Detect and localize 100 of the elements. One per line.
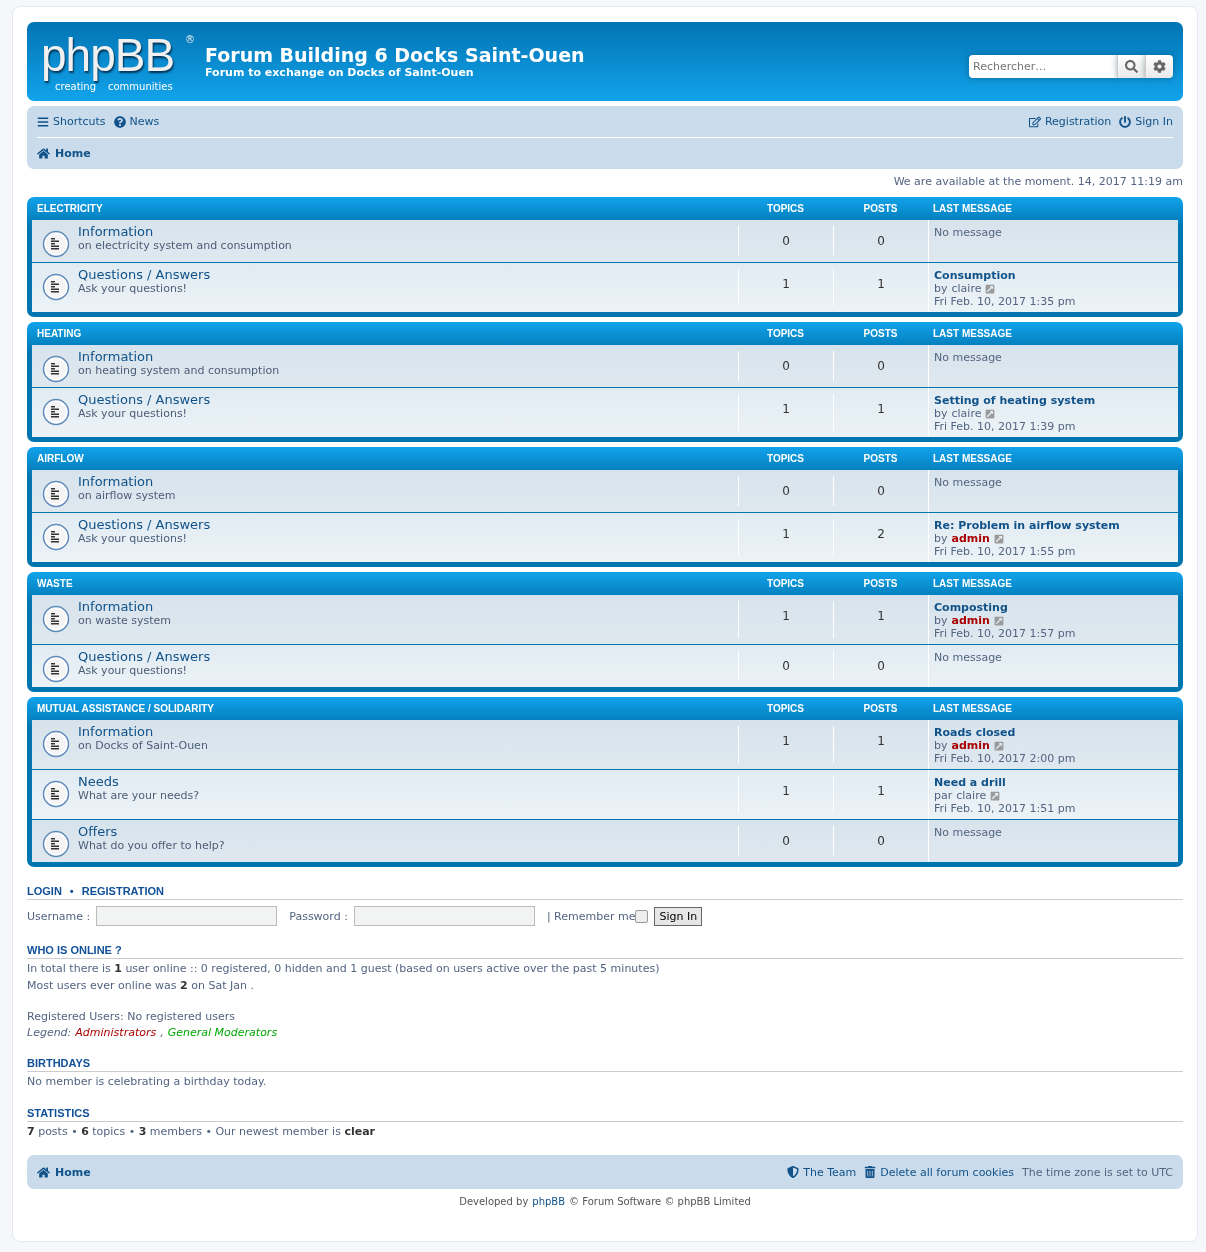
logo-tagline: creating — [55, 80, 97, 92]
column-header: TOPICS — [765, 328, 805, 339]
forum-title[interactable]: Questions / Answers — [78, 649, 211, 664]
last-post-title[interactable]: Re: Problem in airflow system — [934, 519, 1173, 532]
topics-count: 1 — [738, 519, 833, 556]
author-link[interactable]: claire — [956, 789, 987, 802]
author-link[interactable]: claire — [951, 407, 982, 420]
view-post-icon[interactable] — [985, 408, 996, 419]
view-post-icon[interactable] — [985, 283, 996, 294]
by-label: by — [934, 532, 948, 545]
nav-link[interactable]: Registration — [1028, 115, 1112, 128]
forum-title[interactable]: Offers — [78, 824, 225, 839]
forum-read-icon — [42, 730, 70, 758]
nav-link[interactable]: Shortcuts — [37, 115, 106, 128]
shield-icon — [787, 1166, 800, 1178]
forum-title[interactable]: Information — [78, 599, 171, 614]
search-button[interactable] — [1117, 55, 1145, 78]
forum-read-icon — [42, 523, 70, 551]
post-date: Fri Feb. 10, 2017 1:55 pm — [934, 545, 1076, 558]
footer-home-link[interactable]: Home — [37, 1156, 91, 1188]
topics-count: 0 — [738, 226, 833, 256]
column-header: TOPICS — [765, 203, 805, 214]
posts-count: 0 — [833, 651, 928, 681]
no-message: No message — [934, 476, 1002, 489]
by-label: par — [934, 789, 953, 802]
forum-title[interactable]: Information — [78, 224, 292, 239]
nav-link[interactable]: News — [113, 115, 160, 128]
forum-read-icon — [42, 605, 70, 633]
view-post-icon[interactable] — [993, 740, 1004, 751]
separator: • — [69, 885, 74, 897]
last-post-title[interactable]: Setting of heating system — [934, 394, 1173, 407]
remember-checkbox[interactable] — [635, 909, 649, 923]
username-label: Username : — [27, 909, 91, 923]
forum-title[interactable]: Questions / Answers — [78, 517, 211, 532]
forum-read-icon — [42, 830, 70, 858]
footer-link[interactable]: The Team — [787, 1165, 857, 1179]
username-field[interactable] — [96, 906, 278, 926]
topics-count: 0 — [738, 651, 833, 681]
forum-description: What are your needs? — [78, 789, 199, 802]
category-title[interactable]: ELECTRICITY — [37, 203, 103, 214]
topics-count: 1 — [738, 269, 833, 306]
view-post-icon[interactable] — [993, 533, 1004, 544]
post-date: Fri Feb. 10, 2017 1:57 pm — [934, 627, 1076, 640]
forum-title[interactable]: Needs — [78, 774, 199, 789]
phpbb-link[interactable]: phpBB — [532, 1196, 566, 1207]
help-icon — [113, 115, 126, 128]
forum-title[interactable]: Information — [78, 724, 208, 739]
post-date: Fri Feb. 10, 2017 1:39 pm — [934, 420, 1076, 433]
home-icon — [37, 1165, 50, 1179]
last-post-title[interactable]: Composting — [934, 601, 1173, 614]
forum-description: What do you offer to help? — [78, 839, 225, 852]
topics-count: 0 — [738, 826, 833, 856]
login-heading[interactable]: LOGIN — [27, 885, 62, 897]
forum-title[interactable]: Questions / Answers — [78, 267, 211, 282]
timezone-text: The time zone is set to UTC — [1022, 1165, 1173, 1179]
forum-read-icon — [42, 480, 70, 508]
forum-title[interactable]: Questions / Answers — [78, 392, 211, 407]
forum-title[interactable]: Information — [78, 474, 176, 489]
posts-count: 1 — [833, 394, 928, 431]
nav-link[interactable]: Sign In — [1119, 115, 1173, 128]
footer-link[interactable]: Delete all forum cookies — [864, 1165, 1014, 1179]
view-post-icon[interactable] — [990, 790, 1001, 801]
last-post-title[interactable]: Need a drill — [934, 776, 1173, 789]
author-link[interactable]: admin — [951, 532, 990, 545]
settings-button[interactable] — [1145, 55, 1173, 78]
forum-read-icon — [42, 230, 70, 258]
category-title[interactable]: AIRFLOW — [37, 453, 84, 464]
posts-count: 1 — [833, 601, 928, 638]
registration-heading[interactable]: REGISTRATION — [81, 885, 164, 897]
forum-title[interactable]: Information — [78, 349, 280, 364]
category-title[interactable]: HEATING — [37, 328, 82, 339]
author-link[interactable]: admin — [951, 614, 990, 627]
forum-read-icon — [42, 655, 70, 683]
online-text: In total there is 1 user online :: 0 registered, 0 hidden and 1 guest (based on users active over the past 5 minutes) — [27, 962, 661, 976]
forum-read-icon — [42, 398, 70, 426]
view-post-icon[interactable] — [993, 615, 1004, 626]
sign-in-button[interactable]: Sign In — [654, 906, 703, 926]
column-header: POSTS — [862, 328, 899, 339]
forum-description: on electricity system and consumption — [78, 239, 292, 252]
category-title[interactable]: WASTE — [37, 578, 73, 589]
column-header: LAST MESSAGE — [932, 328, 1013, 339]
forum-read-icon — [42, 780, 70, 808]
by-label: by — [934, 614, 948, 627]
group-link[interactable]: Administrators — [75, 1026, 157, 1039]
last-post-title[interactable]: Roads closed — [934, 726, 1173, 739]
author-link[interactable]: admin — [951, 739, 990, 752]
category-title[interactable]: MUTUAL ASSISTANCE / SOLIDARITY — [37, 703, 215, 714]
forum-description: on airflow system — [78, 489, 176, 502]
search-field[interactable]: Rechercher… — [969, 55, 1117, 78]
birthdays-text: No member is celebrating a birthday today. — [27, 1075, 268, 1089]
site-description: Forum to exchange on Docks of Saint-Ouen — [205, 66, 475, 79]
last-post-title[interactable]: Consumption — [934, 269, 1173, 282]
forum-description: Ask your questions! — [78, 282, 189, 295]
password-field[interactable] — [353, 906, 535, 926]
posts-count: 1 — [833, 269, 928, 306]
breadcrumb-home[interactable]: Home — [37, 138, 1173, 169]
author-link[interactable]: claire — [951, 282, 982, 295]
column-header: POSTS — [862, 703, 899, 714]
column-header: LAST MESSAGE — [932, 578, 1013, 589]
topics-count: 0 — [738, 351, 833, 381]
